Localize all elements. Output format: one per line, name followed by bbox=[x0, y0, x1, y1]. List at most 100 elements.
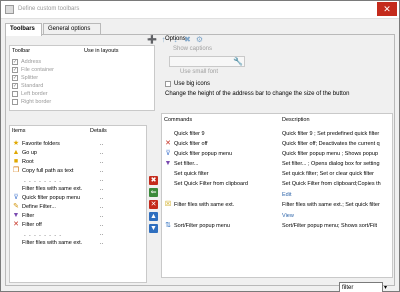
item-details: .. bbox=[100, 213, 104, 219]
define-custom-toolbars-dialog: Define custom toolbars ✕ Toolbars Genera… bbox=[0, 0, 400, 292]
list-item[interactable]: ▲ Go up .. bbox=[12, 149, 145, 157]
command-row[interactable]: Quick filter 9 Quick filter 9 ; Set pred… bbox=[164, 130, 392, 138]
toolbar-checkbox[interactable]: ✓ bbox=[12, 83, 18, 89]
tab-toolbars[interactable]: Toolbars bbox=[5, 23, 42, 36]
command-description: Quick filter off; Deactivates the curren… bbox=[282, 141, 380, 147]
command-group-view: View bbox=[164, 212, 392, 220]
move-item-up-icon[interactable]: ▲ bbox=[149, 212, 158, 221]
sort-filter-icon: ⇅ bbox=[165, 222, 171, 229]
command-filter-input[interactable]: filter bbox=[339, 282, 383, 292]
toolbar-row[interactable]: ✓ Standard bbox=[12, 82, 152, 90]
add-item-icon[interactable]: ⇐ bbox=[149, 188, 158, 197]
funnel-menu-icon: ⊽ bbox=[165, 150, 171, 157]
toolbar-row[interactable]: ✓ File container bbox=[12, 66, 152, 74]
define-filter-icon: ✎ bbox=[13, 203, 19, 210]
command-row[interactable]: Set Quick Filter from clipboard Set Quic… bbox=[164, 180, 392, 188]
use-small-font-label: Use small font bbox=[180, 69, 219, 75]
toolbar-checkbox[interactable] bbox=[12, 91, 18, 97]
col-details-header: Details bbox=[90, 128, 107, 134]
command-description: Filter files with same ext.; Set quick f… bbox=[282, 202, 380, 208]
item-details: .. bbox=[100, 222, 104, 228]
toolbar-row[interactable]: Right border bbox=[12, 98, 152, 106]
col-commands-header: Commands bbox=[164, 117, 193, 123]
checkbox-yellow-icon: ☒ bbox=[164, 201, 172, 208]
list-item[interactable]: ▼ Filter .. bbox=[12, 212, 145, 220]
toolbar-settings-icon[interactable]: ⚙ bbox=[195, 35, 204, 44]
toolbar-label: Splitter bbox=[21, 75, 39, 81]
item-details: .. bbox=[100, 159, 104, 165]
command-row[interactable]: ☒ Filter files with same ext. Filter fil… bbox=[164, 201, 392, 209]
item-label: Filter files with same ext. bbox=[22, 240, 83, 246]
copy-icon: ❐ bbox=[12, 167, 20, 174]
move-item-down-icon[interactable]: ▼ bbox=[149, 224, 158, 233]
go-up-icon: ▲ bbox=[12, 149, 20, 156]
command-row[interactable]: ⊽ Quick filter popup menu Quick filter p… bbox=[164, 150, 392, 158]
command-row[interactable]: ✕ Quick filter off Quick filter off; Dea… bbox=[164, 140, 392, 148]
col-items-header: Items bbox=[12, 128, 26, 134]
delete-item-icon[interactable]: ✕ bbox=[149, 200, 158, 209]
item-details: .. bbox=[100, 150, 104, 156]
item-label: Favorite folders bbox=[22, 141, 60, 147]
item-details: .. bbox=[100, 177, 104, 183]
item-details: .. bbox=[100, 204, 104, 210]
item-label: Root bbox=[22, 159, 34, 165]
list-item[interactable]: ✕ Filter off .. bbox=[12, 221, 145, 229]
toolbar-row[interactable]: ✓ Address bbox=[12, 58, 152, 66]
toolbar-checkbox[interactable]: ✓ bbox=[12, 59, 18, 65]
wrench-icon[interactable]: 🔧 bbox=[233, 57, 243, 66]
filter-off-icon: ✕ bbox=[165, 140, 171, 147]
toolbar-label: Address bbox=[21, 59, 42, 65]
list-item[interactable]: ■ Root .. bbox=[12, 158, 145, 166]
toolbar-row[interactable]: Left border bbox=[12, 90, 152, 98]
list-item-separator[interactable]: - - - - - - - - .. bbox=[12, 230, 145, 239]
window-title: Define custom toolbars bbox=[18, 6, 80, 12]
toolbar-checkbox[interactable]: ✓ bbox=[12, 75, 18, 81]
toolbar-checkbox[interactable]: ✓ bbox=[12, 67, 18, 73]
toolbar-label: Left border bbox=[21, 91, 48, 97]
list-item[interactable]: ✎ Define Filter... .. bbox=[12, 203, 145, 211]
item-label: Go up bbox=[22, 150, 37, 156]
col-use-in-layouts-header: Use in layouts bbox=[84, 48, 119, 54]
command-row[interactable]: ⇅ Sort/Filter popup menu Sort/Filter pop… bbox=[164, 222, 392, 230]
list-item[interactable]: ★ Favorite folders .. bbox=[12, 140, 145, 148]
list-item-separator[interactable]: - - - - - - - - .. bbox=[12, 176, 145, 185]
commands-list: Commands Description Quick filter 9 Quic… bbox=[161, 113, 393, 278]
close-button[interactable]: ✕ bbox=[377, 2, 397, 16]
toolbar-label: Standard bbox=[21, 83, 44, 89]
list-item[interactable]: Filter files with same ext. .. bbox=[12, 185, 145, 193]
filter-icon: ▼ bbox=[12, 212, 20, 219]
root-folder-icon: ■ bbox=[13, 158, 19, 165]
folder-star-icon: ★ bbox=[12, 140, 20, 147]
filter-icon: ▼ bbox=[164, 160, 172, 167]
command-name: Quick filter off bbox=[174, 141, 208, 147]
item-details: .. bbox=[100, 231, 104, 237]
item-action-buttons: ✖ ⇐ ✕ ▲ ▼ bbox=[149, 176, 159, 233]
add-toolbar-icon[interactable]: ➕ bbox=[147, 35, 157, 44]
item-label: Filter files with same ext. bbox=[22, 186, 83, 192]
command-row[interactable]: Set quick filter Set quick filter; Set o… bbox=[164, 170, 392, 178]
item-details: .. bbox=[100, 186, 104, 192]
toolbar-checkbox[interactable] bbox=[12, 99, 18, 105]
toolbar-list: Toolbar Use in layouts ✓ Address ✓ File … bbox=[9, 45, 155, 111]
command-description: Set filter... ; Opens dialog box for set… bbox=[282, 161, 380, 167]
command-description: Quick filter 9 ; Set predefined quick fi… bbox=[282, 131, 380, 137]
show-captions-label: Show captions bbox=[173, 46, 213, 52]
command-description: Set Quick Filter from clipboard;Copies t… bbox=[282, 181, 381, 187]
item-label: Copy full path as text bbox=[22, 168, 74, 174]
toolbar-row[interactable]: ✓ Splitter bbox=[12, 74, 152, 82]
funnel-menu-icon: ⊽ bbox=[13, 194, 19, 201]
command-name: Set quick filter bbox=[174, 171, 209, 177]
chevron-down-icon[interactable]: ▾ bbox=[384, 284, 387, 291]
list-item[interactable]: ⊽ Quick filter popup menu .. bbox=[12, 194, 145, 202]
item-label: Filter off bbox=[22, 222, 42, 228]
item-label: Define Filter... bbox=[22, 204, 56, 210]
toolbar-label: File container bbox=[21, 67, 55, 73]
item-label: Quick filter popup menu bbox=[22, 195, 81, 201]
command-row[interactable]: ▼ Set filter... Set filter... ; Opens di… bbox=[164, 160, 392, 168]
list-item[interactable]: Filter files with same ext. .. bbox=[12, 239, 145, 247]
command-description: Quick filter popup menu ; Shows popup bbox=[282, 151, 379, 157]
use-big-icons-checkbox[interactable] bbox=[165, 81, 171, 87]
remove-item-icon[interactable]: ✖ bbox=[149, 176, 158, 185]
list-item[interactable]: ❐ Copy full path as text .. bbox=[12, 167, 145, 175]
item-label: Filter bbox=[22, 213, 35, 219]
